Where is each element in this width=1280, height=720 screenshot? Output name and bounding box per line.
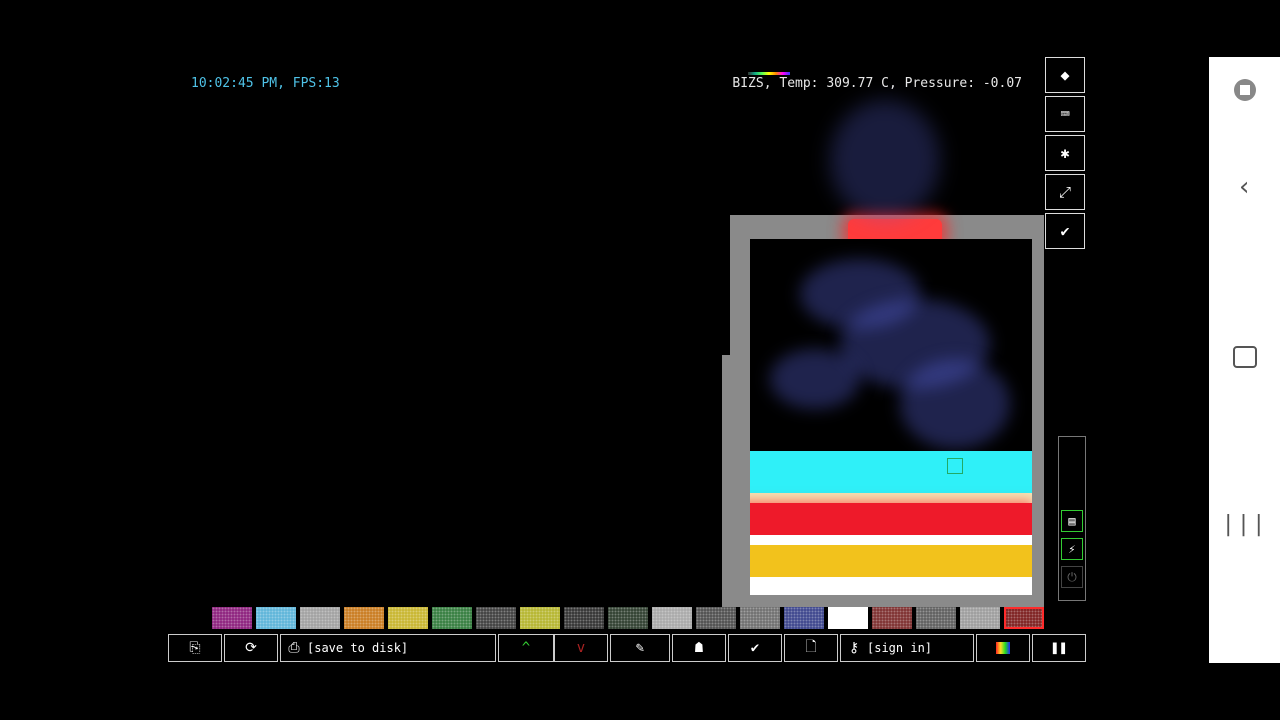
reload-icon: ⟳ <box>245 640 257 656</box>
vote-up-icon: ^ <box>521 640 531 656</box>
smoke-plume <box>830 100 940 220</box>
white-powder-layer <box>750 535 1032 545</box>
reload-button[interactable]: ⟳ <box>224 634 278 662</box>
element-swatch[interactable] <box>608 607 648 629</box>
element-palette <box>212 607 1048 631</box>
vote-down-button[interactable]: v <box>554 634 608 662</box>
render-options-button[interactable] <box>976 634 1030 662</box>
element-swatch[interactable] <box>652 607 692 629</box>
gold-powder-layer <box>750 545 1032 577</box>
save-label: [save to disk] <box>307 641 409 655</box>
element-swatch[interactable] <box>784 607 824 629</box>
tags-button[interactable]: ✎ <box>610 634 670 662</box>
android-navigation-bar: ‹ ||| <box>1209 57 1280 663</box>
save-to-disk-button[interactable]: ⎙ [save to disk] <box>280 634 496 662</box>
resize-icon[interactable]: ⤢ <box>1045 174 1085 210</box>
report-bug-button[interactable]: ☗ <box>672 634 726 662</box>
console-icon[interactable]: ⌨ <box>1045 96 1085 132</box>
container-wall-left-lower <box>722 355 746 607</box>
tool-column: ◆ ⌨ ✱ ⤢ ✔ <box>1045 57 1085 252</box>
element-swatch[interactable] <box>696 607 736 629</box>
stop-icon[interactable] <box>1209 79 1280 105</box>
tags-icon: ✎ <box>635 640 645 656</box>
element-swatch[interactable] <box>388 607 428 629</box>
check-icon: ✔ <box>750 640 760 656</box>
sign-in-button[interactable]: ⚷ [sign in] <box>840 634 974 662</box>
smoke-cloud <box>900 359 1010 449</box>
bug-icon: ☗ <box>694 640 704 656</box>
wall-icon[interactable]: ▤ <box>1061 510 1083 532</box>
new-page-icon: 🗋 <box>805 639 817 655</box>
white-base-layer <box>750 577 1032 595</box>
element-swatch[interactable] <box>256 607 296 629</box>
plug-icon[interactable]: ⚡ <box>1061 538 1083 560</box>
particle-info-readout: BIZS, Temp: 309.77 C, Pressure: -0.07 <box>732 76 1022 91</box>
vote-down-icon: v <box>576 640 586 656</box>
element-swatch[interactable] <box>740 607 780 629</box>
element-swatch[interactable] <box>916 607 956 629</box>
key-icon: ⚷ <box>848 640 860 656</box>
wrench-icon[interactable]: ✔ <box>1045 213 1085 249</box>
container-wall-right <box>1032 215 1044 607</box>
element-swatch[interactable] <box>960 607 1000 629</box>
element-swatch[interactable] <box>872 607 912 629</box>
container-interior <box>750 239 1032 595</box>
cyan-liquid-layer <box>750 451 1032 493</box>
sign-in-label: [sign in] <box>867 641 933 655</box>
element-swatch[interactable] <box>476 607 516 629</box>
pause-icon: ❚❚ <box>1050 640 1068 656</box>
rainbow-icon <box>996 642 1010 654</box>
container-wall-bottom <box>722 595 1044 607</box>
element-swatch[interactable] <box>212 607 252 629</box>
open-save-button[interactable]: ⎘ <box>168 634 222 662</box>
brush-cursor <box>947 458 963 474</box>
settings-icon[interactable]: ✱ <box>1045 135 1085 171</box>
save-icon: ⎙ <box>288 640 300 656</box>
element-swatch[interactable] <box>520 607 560 629</box>
simulation-canvas[interactable] <box>722 215 1044 607</box>
hud-color-bar <box>748 72 790 75</box>
vote-up-button[interactable]: ^ <box>498 634 554 662</box>
new-simulation-button[interactable]: 🗋 <box>784 634 838 662</box>
element-swatch[interactable] <box>564 607 604 629</box>
element-swatch[interactable] <box>344 607 384 629</box>
cream-powder-layer <box>750 493 1032 503</box>
red-hot-layer <box>750 503 1032 535</box>
element-swatch[interactable] <box>432 607 472 629</box>
confirm-button[interactable]: ✔ <box>728 634 782 662</box>
home-icon[interactable] <box>1209 346 1280 372</box>
power-icon[interactable]: ⏻ <box>1061 566 1083 588</box>
back-icon[interactable]: ‹ <box>1209 172 1280 202</box>
clock-fps-readout: 10:02:45 PM, FPS:13 <box>191 76 340 91</box>
element-swatch[interactable] <box>1004 607 1044 629</box>
eraser-icon[interactable]: ◆ <box>1045 57 1085 93</box>
smoke-cloud <box>770 349 860 409</box>
element-swatch[interactable] <box>828 607 868 629</box>
recent-apps-icon[interactable]: ||| <box>1209 512 1280 537</box>
open-icon: ⎘ <box>189 640 201 656</box>
pause-button[interactable]: ❚❚ <box>1032 634 1086 662</box>
element-swatch[interactable] <box>300 607 340 629</box>
